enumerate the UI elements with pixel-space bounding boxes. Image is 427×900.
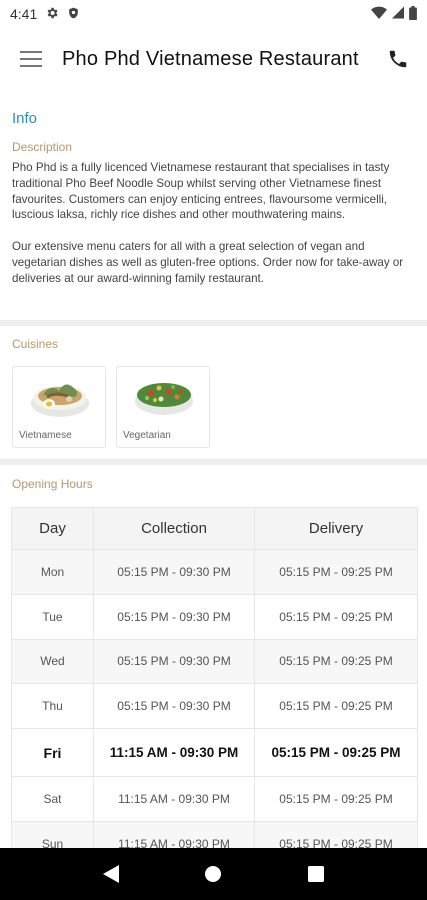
status-bar: 4:41 bbox=[0, 0, 427, 28]
table-row-today: Fri 11:15 AM - 09:30 PM 05:15 PM - 09:25… bbox=[11, 728, 418, 778]
cuisine-name: Vietnamese bbox=[19, 430, 72, 441]
app-bar: Pho Phd Vietnamese Restaurant bbox=[0, 28, 427, 90]
day-cell: Fri bbox=[11, 728, 94, 778]
description-text: Pho Phd is a fully licenced Vietnamese r… bbox=[12, 160, 414, 286]
delivery-cell: 05:15 PM - 09:25 PM bbox=[254, 820, 418, 848]
delivery-cell: 05:15 PM - 09:25 PM bbox=[254, 728, 418, 778]
day-cell: Tue bbox=[11, 593, 94, 640]
opening-hours-table: Day Collection Delivery Mon 05:15 PM - 0… bbox=[11, 507, 418, 848]
delivery-cell: 05:15 PM - 09:25 PM bbox=[254, 549, 418, 595]
table-row: Sat 11:15 AM - 09:30 PM 05:15 PM - 09:25… bbox=[11, 776, 418, 822]
salad-bowl-image bbox=[133, 371, 195, 421]
column-header-collection: Collection bbox=[93, 507, 255, 550]
battery-icon bbox=[409, 5, 417, 23]
home-icon bbox=[205, 866, 222, 882]
info-heading: Info bbox=[12, 110, 38, 127]
cuisines-label: Cuisines bbox=[12, 337, 59, 351]
status-time: 4:41 bbox=[10, 6, 38, 22]
recents-icon bbox=[307, 866, 324, 882]
menu-button[interactable] bbox=[0, 28, 62, 90]
wifi-icon bbox=[371, 6, 387, 23]
table-row: Mon 05:15 PM - 09:30 PM 05:15 PM - 09:25… bbox=[11, 549, 418, 595]
gear-icon bbox=[45, 6, 59, 23]
delivery-cell: 05:15 PM - 09:25 PM bbox=[254, 776, 418, 822]
back-icon bbox=[103, 865, 120, 883]
day-cell: Mon bbox=[11, 549, 94, 595]
table-row: Tue 05:15 PM - 09:30 PM 05:15 PM - 09:25… bbox=[11, 593, 418, 640]
phone-icon bbox=[389, 50, 407, 68]
cuisine-card-vegetarian[interactable]: Vegetarian bbox=[116, 366, 210, 448]
opening-hours-label: Opening Hours bbox=[12, 477, 93, 491]
description-paragraph: Pho Phd is a fully licenced Vietnamese r… bbox=[12, 161, 390, 222]
delivery-cell: 05:15 PM - 09:25 PM bbox=[254, 683, 418, 730]
home-button[interactable] bbox=[193, 854, 233, 894]
menu-icon bbox=[20, 51, 42, 67]
collection-cell: 05:15 PM - 09:30 PM bbox=[93, 549, 255, 595]
column-header-delivery: Delivery bbox=[254, 507, 418, 550]
table-row: Wed 05:15 PM - 09:30 PM 05:15 PM - 09:25… bbox=[11, 638, 418, 685]
collection-cell: 11:15 AM - 09:30 PM bbox=[93, 728, 255, 778]
cuisine-name: Vegetarian bbox=[123, 430, 171, 441]
description-label: Description bbox=[12, 140, 73, 154]
section-divider bbox=[0, 459, 427, 465]
section-divider bbox=[0, 320, 427, 326]
navigation-bar bbox=[0, 848, 427, 900]
collection-cell: 11:15 AM - 09:30 PM bbox=[93, 820, 255, 848]
call-button[interactable] bbox=[369, 28, 427, 90]
table-header-row: Day Collection Delivery bbox=[11, 507, 418, 550]
content-area[interactable]: Info Description Pho Phd is a fully lice… bbox=[0, 90, 427, 848]
collection-cell: 11:15 AM - 09:30 PM bbox=[93, 776, 255, 822]
signal-icon bbox=[392, 6, 404, 22]
recents-button[interactable] bbox=[296, 854, 336, 894]
day-cell: Sun bbox=[11, 820, 94, 848]
collection-cell: 05:15 PM - 09:30 PM bbox=[93, 683, 255, 730]
collection-cell: 05:15 PM - 09:30 PM bbox=[93, 593, 255, 640]
collection-cell: 05:15 PM - 09:30 PM bbox=[93, 638, 255, 685]
page-title: Pho Phd Vietnamese Restaurant bbox=[62, 47, 359, 70]
shield-icon bbox=[67, 6, 80, 23]
delivery-cell: 05:15 PM - 09:25 PM bbox=[254, 638, 418, 685]
noodle-bowl-image bbox=[29, 371, 91, 421]
day-cell: Sat bbox=[11, 776, 94, 822]
cuisine-card-vietnamese[interactable]: Vietnamese bbox=[12, 366, 106, 448]
back-button[interactable] bbox=[91, 854, 131, 894]
table-row: Thu 05:15 PM - 09:30 PM 05:15 PM - 09:25… bbox=[11, 683, 418, 730]
day-cell: Thu bbox=[11, 683, 94, 730]
delivery-cell: 05:15 PM - 09:25 PM bbox=[254, 593, 418, 640]
table-row: Sun 11:15 AM - 09:30 PM 05:15 PM - 09:25… bbox=[11, 820, 418, 848]
column-header-day: Day bbox=[11, 507, 94, 550]
day-cell: Wed bbox=[11, 638, 94, 685]
description-paragraph: Our extensive menu caters for all with a… bbox=[12, 239, 404, 285]
